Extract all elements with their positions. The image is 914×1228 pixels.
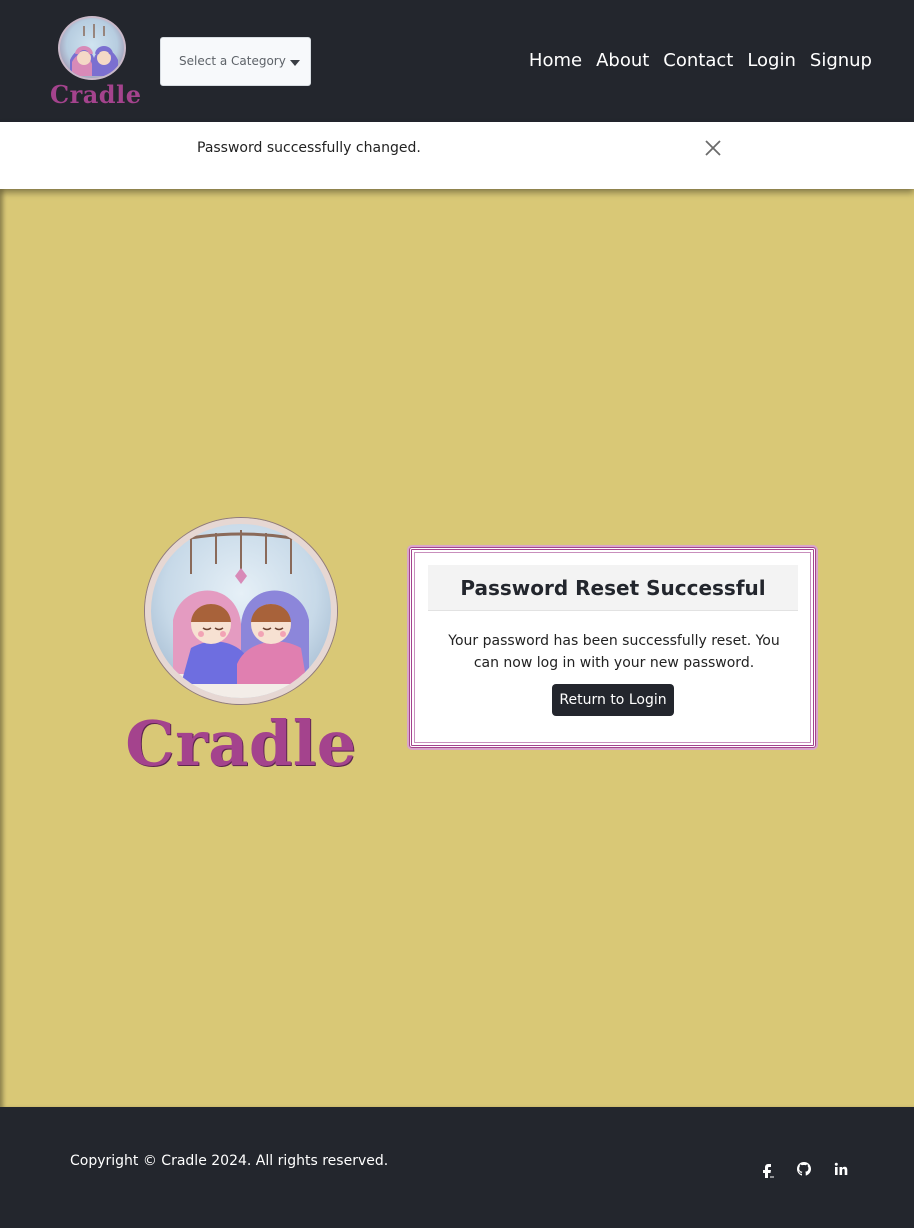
footer: Copyright © Cradle 2024. All rights rese…: [0, 1107, 914, 1228]
cradle-logo-image-icon: [145, 518, 337, 704]
nav-logo-text: Cradle: [50, 80, 142, 109]
caret-down-icon: [290, 60, 300, 66]
alert-message: Password successfully changed.: [197, 140, 421, 156]
card-message: Your password has been successfully rese…: [448, 633, 780, 671]
cradle-logo-text: Cradle: [125, 707, 357, 780]
nav-links: Home About Contact Login Signup: [529, 50, 872, 71]
linkedin-icon[interactable]: [832, 1160, 850, 1178]
return-to-login-button[interactable]: Return to Login: [552, 684, 674, 716]
success-alert: Password successfully changed.: [0, 122, 914, 189]
reset-success-card: Password Reset Successful Your password …: [409, 547, 816, 748]
cradle-logo: Cradle: [118, 517, 364, 783]
main-content: Cradle Password Reset Successful Your pa…: [0, 189, 914, 1107]
facebook-icon[interactable]: [758, 1160, 776, 1178]
nav-login-link[interactable]: Login: [747, 50, 796, 71]
logo-image-icon: [58, 16, 126, 80]
copyright-text: Copyright © Cradle 2024. All rights rese…: [70, 1153, 389, 1169]
category-select-value: Select a Category: [179, 54, 286, 68]
nav-signup-link[interactable]: Signup: [810, 50, 872, 71]
navbar: Cradle Select a Category Home About Cont…: [0, 0, 914, 122]
nav-contact-link[interactable]: Contact: [663, 50, 733, 71]
close-icon[interactable]: [704, 139, 722, 157]
card-header: Password Reset Successful: [428, 565, 798, 611]
nav-about-link[interactable]: About: [596, 50, 649, 71]
nav-home-link[interactable]: Home: [529, 50, 582, 71]
category-select[interactable]: Select a Category: [160, 37, 311, 86]
github-icon[interactable]: [795, 1160, 813, 1178]
card-title: Password Reset Successful: [460, 576, 766, 600]
nav-logo[interactable]: Cradle: [50, 14, 142, 110]
